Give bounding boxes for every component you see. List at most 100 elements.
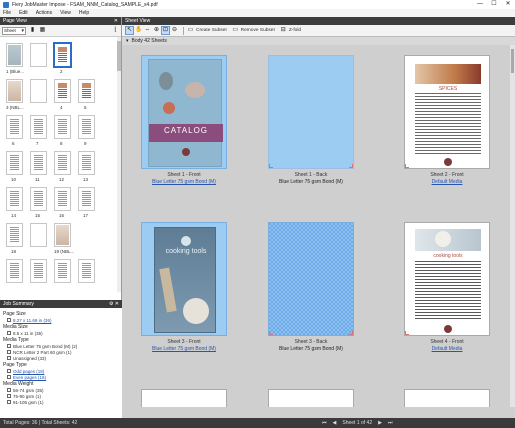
page-thumb-4[interactable] — [54, 79, 71, 103]
page-thumb-13[interactable] — [78, 151, 95, 175]
scrollbar-thumb[interactable] — [511, 49, 514, 73]
summary-item[interactable]: 8.27 x 11.69 in (36) — [3, 317, 119, 323]
page-thumb-23[interactable] — [78, 259, 95, 283]
menu-help[interactable]: Help — [79, 10, 89, 16]
sheet-media-link[interactable]: Default Media — [392, 179, 502, 185]
thumb-label: 4 — [60, 105, 63, 110]
bowl-image — [159, 72, 173, 90]
sheet-navigation: ⏮ ◀ Sheet 1 of 42 ▶ ⏭ — [322, 420, 399, 426]
menu-file[interactable]: File — [3, 10, 11, 16]
page-thumb-14[interactable] — [6, 187, 23, 211]
minimize-button[interactable]: — — [473, 0, 487, 9]
sheet-6-front[interactable] — [404, 389, 490, 407]
crop-mark — [349, 164, 353, 168]
page-thumb-19[interactable] — [54, 223, 71, 247]
z-fold-button[interactable]: Z-fold — [289, 28, 301, 33]
body-section-header[interactable]: ▾ Body 42 Sheets — [122, 37, 515, 45]
sheet-3-front[interactable]: cooking tools — [141, 222, 227, 336]
sheet-media-link[interactable]: Blue Letter 75 gsm Bond (M) — [129, 346, 239, 352]
summary-item[interactable]: 8.5 x 11 in (36) — [3, 330, 119, 336]
thumb-label: 3 (NBL... — [6, 105, 24, 110]
sheet-2-front[interactable]: SPICES — [404, 55, 490, 169]
cover-title: cooking tools — [165, 248, 207, 255]
page-thumb-16[interactable] — [54, 187, 71, 211]
collapse-icon[interactable]: ▾ — [126, 38, 129, 44]
menu-edit[interactable]: Edit — [19, 10, 28, 16]
page-thumb-5[interactable] — [78, 79, 95, 103]
grid-icon[interactable]: ▦ — [39, 27, 46, 34]
next-sheet-icon[interactable]: ▶ — [378, 420, 382, 426]
thumb-label: 9 — [84, 141, 87, 146]
page-thumb-blank[interactable] — [30, 223, 47, 247]
page-thumb-9[interactable] — [78, 115, 95, 139]
page-thumb-11[interactable] — [30, 151, 47, 175]
remove-subset-button[interactable]: Remove Subset — [241, 28, 275, 33]
page-thumb-15[interactable] — [30, 187, 47, 211]
page-thumb-21[interactable] — [30, 259, 47, 283]
sheet-media-link[interactable]: Blue Letter 75 gsm Bond (M) — [129, 179, 239, 185]
tools-cover-image: cooking tools — [154, 227, 216, 333]
sheet-1-front[interactable]: CATALOG — [141, 55, 227, 169]
sheet-5-back[interactable] — [268, 389, 354, 407]
page-view-header: Page View ✕ — [0, 17, 121, 25]
sheet-grid: CATALOG Sheet 1 - Front Blue Letter 75 g… — [122, 45, 515, 407]
page-thumb-7[interactable] — [30, 115, 47, 139]
egg-tray-image — [183, 298, 209, 324]
menu-view[interactable]: View — [60, 10, 71, 16]
thumb-label: 15 — [35, 213, 41, 218]
sheet-4-front[interactable]: cooking tools — [404, 222, 490, 336]
page-thumb-10[interactable] — [6, 151, 23, 175]
thumb-label: 1 (Blue... — [6, 69, 25, 74]
page-thumb-20[interactable] — [6, 259, 23, 283]
thumb-label: 18 — [11, 249, 17, 254]
prev-sheet-icon[interactable]: ◀ — [333, 420, 337, 426]
summary-item[interactable]: Unassigned (33) — [3, 355, 119, 361]
zoom-in-icon[interactable]: ⊕ — [153, 27, 160, 34]
crop-mark — [405, 164, 409, 168]
menu-actions[interactable]: Actions — [36, 10, 52, 16]
page-thumbnails: 1 (Blue... 2 3 (NBL... 4 5 6 7 8 9 10 11… — [0, 37, 121, 292]
sheet-view-title: Sheet View — [125, 18, 151, 24]
sheet-media-link[interactable]: Default Media — [392, 346, 502, 352]
page-thumb-22[interactable] — [54, 259, 71, 283]
cover-title: CATALOG — [163, 126, 209, 135]
view-mode-select[interactable]: Sheet — [2, 26, 26, 35]
sheet-1-back[interactable] — [268, 55, 354, 169]
maximize-button[interactable]: ☐ — [487, 0, 501, 9]
hand-tool-icon[interactable]: ✋ — [135, 27, 142, 34]
bookmark-icon[interactable]: ▮ — [29, 27, 36, 34]
summary-item[interactable]: 91-105 gsm (1) — [3, 399, 119, 405]
logo-icon — [444, 158, 452, 166]
thumb-label: 12 — [59, 177, 65, 182]
summary-item[interactable]: Even pages (18) — [3, 374, 119, 380]
page-thumb-12[interactable] — [54, 151, 71, 175]
page-thumb-18[interactable] — [6, 223, 23, 247]
zoom-out-icon[interactable]: ⊖ — [171, 27, 178, 34]
job-summary-close-icon[interactable]: ⚙ ✕ — [109, 301, 119, 307]
z-fold-icon[interactable]: ⊟ — [280, 27, 287, 34]
sheet-5-front[interactable] — [141, 389, 227, 407]
page-thumb-blank[interactable] — [30, 43, 47, 67]
create-subset-button[interactable]: Create Subset — [196, 28, 227, 33]
zoom-fit-icon[interactable]: ⊡ — [161, 26, 170, 35]
close-button[interactable]: ✕ — [501, 0, 515, 9]
page-thumb-blank[interactable] — [30, 79, 47, 103]
pan-tool-icon[interactable]: ⇔ — [144, 27, 151, 34]
first-sheet-icon[interactable]: ⏮ — [322, 420, 327, 426]
page-view-close-icon[interactable]: ✕ — [114, 18, 118, 24]
last-sheet-icon[interactable]: ⏭ — [388, 420, 393, 426]
sheet-3-back[interactable] — [268, 222, 354, 336]
ruler-icon[interactable]: ⌊ — [112, 27, 119, 34]
page-thumb-17[interactable] — [78, 187, 95, 211]
page-thumb-8[interactable] — [54, 115, 71, 139]
remove-subset-icon[interactable]: ▭ — [232, 27, 239, 34]
pointer-tool-icon[interactable]: ↖ — [125, 26, 134, 35]
logo-icon — [181, 236, 191, 246]
page-thumb-6[interactable] — [6, 115, 23, 139]
page-thumb-2[interactable] — [53, 42, 72, 68]
sheet-view-scrollbar[interactable] — [510, 45, 515, 407]
thumbnails-scrollbar[interactable] — [117, 37, 121, 292]
page-thumb-1[interactable] — [6, 43, 23, 67]
create-subset-icon[interactable]: ▭ — [187, 27, 194, 34]
page-thumb-3[interactable] — [6, 79, 23, 103]
